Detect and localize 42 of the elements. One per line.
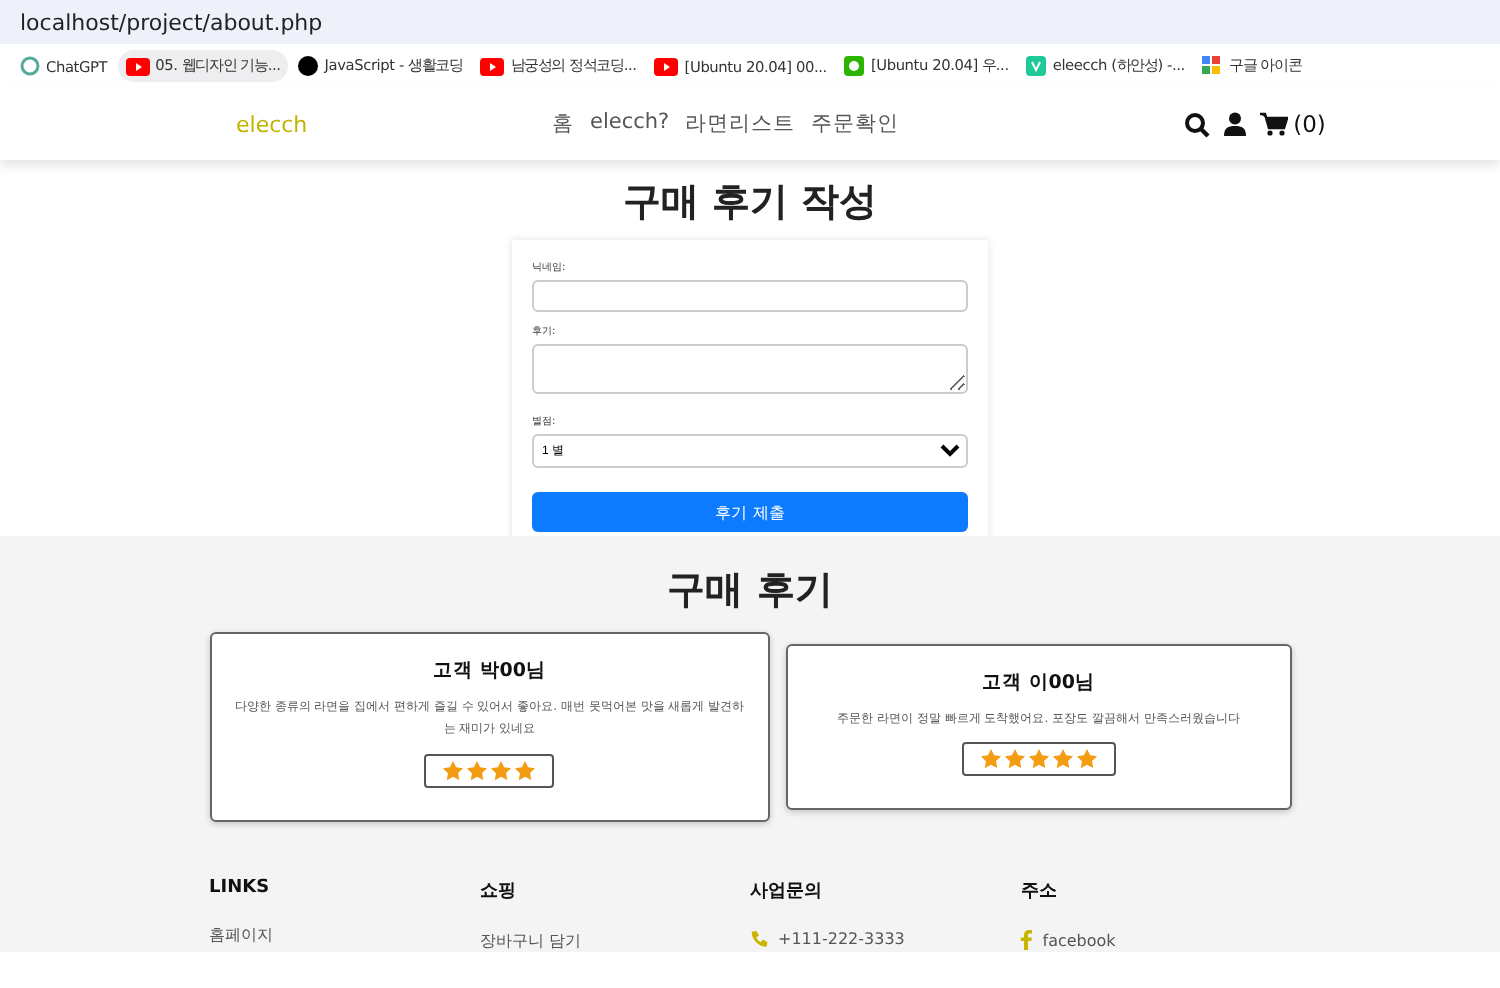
footer-heading: 주소 xyxy=(1020,880,1059,904)
reviewer-name: 고객 박00님 xyxy=(432,658,546,684)
footer-heading: 쇼핑 xyxy=(479,880,518,904)
nav-link[interactable]: 라면리스트 xyxy=(685,110,796,138)
star-icon xyxy=(514,759,537,782)
nav-link[interactable]: elecch? xyxy=(590,110,670,138)
phone-icon xyxy=(750,930,768,948)
star-icon xyxy=(1051,748,1074,771)
reviewer-name: 고객 이00님 xyxy=(981,670,1095,696)
nav-link[interactable]: 주문확인 xyxy=(811,110,900,138)
star-icon xyxy=(1027,748,1050,771)
star-icon xyxy=(490,759,513,782)
footer-link[interactable]: 장바구니 담기 xyxy=(479,930,750,952)
star-icon xyxy=(442,759,465,782)
nav-link[interactable]: 홈 xyxy=(552,110,574,138)
video-play-icon xyxy=(125,57,150,75)
user-icon xyxy=(1223,112,1246,136)
cart-icon xyxy=(1259,112,1288,136)
footer-heading: 사업문의 xyxy=(750,880,824,904)
footer-heading: LINKS xyxy=(209,878,272,898)
letter-tile-icon xyxy=(1026,56,1047,76)
page-heading: 구매 후기 작성 xyxy=(622,178,878,228)
star-icon xyxy=(1075,748,1098,771)
footer-link[interactable]: +111-222-3333 xyxy=(750,930,1021,948)
video-play-icon xyxy=(654,57,679,75)
video-play-icon xyxy=(480,57,505,75)
star-icon xyxy=(466,759,489,782)
text-area[interactable] xyxy=(532,344,968,394)
submit-button[interactable]: 후기 제출 xyxy=(532,492,968,532)
star-icon xyxy=(979,748,1002,771)
facebook-icon xyxy=(1020,930,1033,950)
grid-icon xyxy=(1202,56,1223,76)
search-icon xyxy=(1183,111,1210,137)
circle-icon xyxy=(298,56,319,76)
section-heading: 구매 후기 xyxy=(667,566,833,616)
chat-bubble-icon xyxy=(844,56,865,76)
star-icon xyxy=(1003,748,1026,771)
footer-link[interactable]: facebook xyxy=(1020,930,1291,950)
address-bar[interactable]: localhost/project/about.php xyxy=(0,0,1500,44)
footer-link[interactable]: 홈페이지 xyxy=(209,924,480,946)
cart-link[interactable]: (0) xyxy=(1259,110,1326,138)
input-field[interactable] xyxy=(532,280,968,312)
